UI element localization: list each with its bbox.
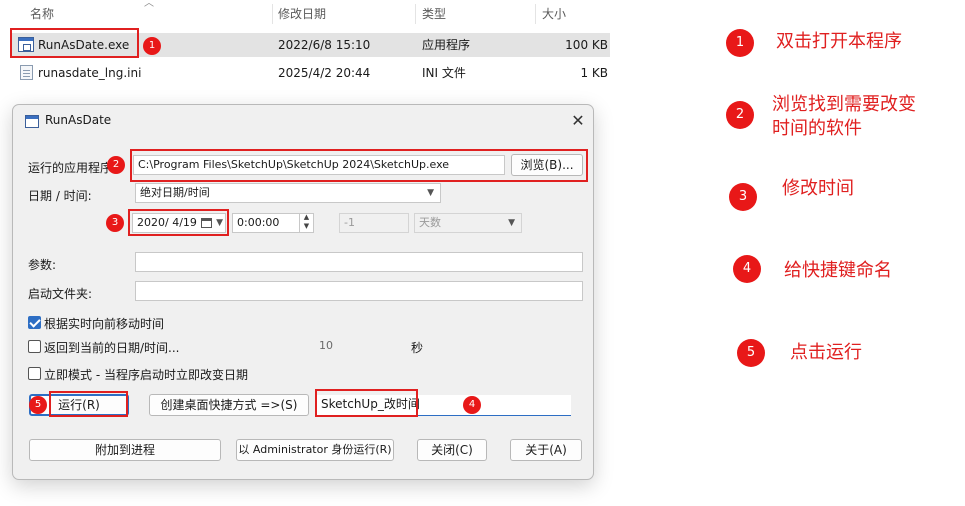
return-seconds-value[interactable]: 10: [319, 339, 333, 352]
immediate-mode-label[interactable]: 立即模式 - 当程序启动时立即改变日期: [44, 366, 248, 383]
offset-input[interactable]: -1: [339, 213, 409, 233]
checkbox-return-time[interactable]: [28, 340, 41, 353]
file-modified: 2025/4/2 20:44: [278, 66, 371, 80]
legend-step-4: 给快捷键命名: [784, 260, 892, 281]
params-label: 参数:: [28, 258, 57, 272]
file-modified: 2022/6/8 15:10: [278, 38, 371, 52]
file-name: runasdate_lng.ini: [38, 66, 142, 80]
column-divider[interactable]: [415, 4, 416, 24]
highlight-box-run: [49, 391, 128, 417]
highlight-box-exe: [10, 28, 139, 58]
legend-step-2-line2: 时间的软件: [772, 118, 862, 139]
column-header-name[interactable]: 名称: [30, 0, 54, 28]
startdir-label: 启动文件夹:: [28, 287, 93, 301]
column-divider[interactable]: [272, 4, 273, 24]
legend-step-5: 点击运行: [790, 342, 862, 363]
run-as-admin-button[interactable]: 以 Administrator 身份运行(R): [236, 439, 394, 461]
highlight-box-shortcut-name: [315, 389, 418, 417]
legend-badge-4: 4: [733, 255, 761, 283]
arrow-up-icon[interactable]: ▲: [300, 214, 313, 222]
file-row-runasdate-ini[interactable]: runasdate_lng.ini 2025/4/2 20:44 INI 文件 …: [10, 61, 610, 85]
column-header-type[interactable]: 类型: [422, 0, 446, 28]
checkbox-immediate-mode[interactable]: [28, 367, 41, 380]
legend-badge-2: 2: [726, 101, 754, 129]
datetime-label: 日期 / 时间:: [28, 189, 92, 203]
checkbox-move-forward[interactable]: [28, 316, 41, 329]
step-badge-1: 1: [143, 37, 161, 55]
legend-step-2: 浏览找到需要改变: [772, 94, 916, 115]
column-divider[interactable]: [535, 4, 536, 24]
close-button[interactable]: 关闭(C): [417, 439, 487, 461]
step-badge-3: 3: [106, 214, 124, 232]
step-badge-5: 5: [29, 396, 47, 414]
close-icon[interactable]: ✕: [565, 108, 591, 134]
window-title: RunAsDate: [45, 113, 112, 127]
app-path-label: 运行的应用程序: [28, 161, 113, 175]
seconds-unit-label: 秒: [411, 341, 424, 355]
time-value: 0:00:00: [237, 216, 280, 229]
arrow-down-icon[interactable]: ▼: [300, 222, 313, 231]
mode-dropdown[interactable]: 绝对日期/时间 ▼: [135, 183, 441, 203]
unit-dropdown[interactable]: 天数 ▼: [414, 213, 522, 233]
about-button[interactable]: 关于(A): [510, 439, 582, 461]
move-forward-label[interactable]: 根据实时向前移动时间: [44, 315, 164, 332]
step-badge-2: 2: [107, 156, 125, 174]
legend-badge-1: 1: [726, 29, 754, 57]
column-header-modified[interactable]: 修改日期: [278, 0, 326, 28]
file-size: 100 KB: [565, 38, 608, 52]
params-input[interactable]: [135, 252, 583, 272]
time-input[interactable]: 0:00:00 ▲ ▼: [232, 213, 314, 233]
legend-step-1: 双击打开本程序: [776, 31, 902, 52]
startdir-input[interactable]: [135, 281, 583, 301]
step-badge-4: 4: [463, 396, 481, 414]
ini-file-icon: [20, 65, 33, 80]
title-bar[interactable]: RunAsDate ✕: [13, 105, 593, 137]
file-type: INI 文件: [422, 66, 466, 80]
return-time-label[interactable]: 返回到当前的日期/时间...: [44, 339, 180, 356]
file-type: 应用程序: [422, 38, 471, 52]
chevron-down-icon: ▼: [508, 218, 515, 228]
unit-value: 天数: [419, 216, 441, 229]
time-spinner[interactable]: ▲ ▼: [299, 214, 313, 232]
sort-ascending-icon: ︿: [144, 0, 154, 9]
file-size: 1 KB: [580, 66, 608, 80]
mode-value: 绝对日期/时间: [140, 186, 210, 199]
legend-step-3: 修改时间: [782, 178, 854, 199]
create-shortcut-button[interactable]: 创建桌面快捷方式 =>(S): [149, 394, 309, 416]
highlight-box-date: [128, 209, 229, 236]
highlight-box-app-path: [130, 149, 588, 182]
legend-badge-5: 5: [737, 339, 765, 367]
legend-badge-3: 3: [729, 183, 757, 211]
attach-process-button[interactable]: 附加到进程: [29, 439, 221, 461]
app-icon: [25, 115, 39, 128]
chevron-down-icon: ▼: [427, 188, 434, 198]
column-header-size[interactable]: 大小: [542, 0, 566, 28]
